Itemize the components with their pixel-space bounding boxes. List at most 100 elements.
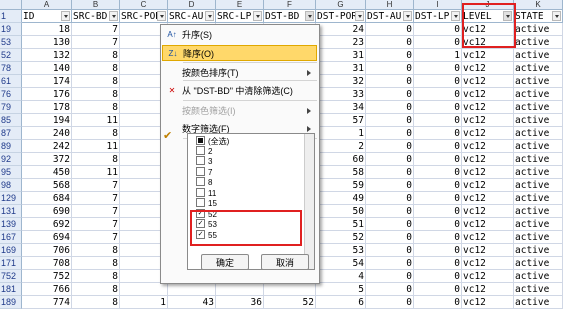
filter-active-icon[interactable] xyxy=(503,11,512,21)
filter-dropdown-icon[interactable] xyxy=(253,11,262,21)
table-cell[interactable]: 8 xyxy=(72,101,120,114)
table-cell[interactable]: 0 xyxy=(414,36,462,49)
checkbox[interactable] xyxy=(196,187,205,197)
filter-dropdown-icon[interactable] xyxy=(403,11,412,21)
table-cell[interactable]: 51 xyxy=(316,218,366,231)
table-cell[interactable]: 752 xyxy=(22,270,72,283)
row-number[interactable]: 85 xyxy=(0,114,22,127)
menu-item[interactable]: Z↓ 降序(O) xyxy=(162,45,317,61)
column-letter-e[interactable]: E xyxy=(216,0,264,10)
table-cell[interactable]: 7 xyxy=(72,205,120,218)
table-cell[interactable]: 18 xyxy=(22,23,72,36)
table-cell[interactable]: vc12 xyxy=(462,244,514,257)
table-cell[interactable]: vc12 xyxy=(462,127,514,140)
table-cell[interactable]: 33 xyxy=(316,88,366,101)
table-cell[interactable]: active xyxy=(514,127,563,140)
table-cell[interactable]: 0 xyxy=(366,166,414,179)
filter-dropdown-icon[interactable] xyxy=(552,11,561,21)
table-cell[interactable]: 0 xyxy=(366,49,414,62)
table-cell[interactable] xyxy=(216,283,264,296)
table-cell[interactable]: 0 xyxy=(414,127,462,140)
filter-dropdown-icon[interactable] xyxy=(157,11,166,21)
table-cell[interactable]: 8 xyxy=(72,257,120,270)
table-cell[interactable]: active xyxy=(514,36,563,49)
table-cell[interactable]: 54 xyxy=(316,257,366,270)
row-number[interactable]: 19 xyxy=(0,23,22,36)
table-cell[interactable]: 0 xyxy=(366,283,414,296)
checkbox[interactable] xyxy=(196,177,205,187)
checkbox[interactable] xyxy=(196,166,205,176)
table-cell[interactable]: 32 xyxy=(316,75,366,88)
table-cell[interactable]: 0 xyxy=(414,88,462,101)
column-letter-c[interactable]: C xyxy=(120,0,168,10)
table-cell[interactable]: 0 xyxy=(366,23,414,36)
table-cell[interactable]: 0 xyxy=(414,140,462,153)
row-number[interactable]: 98 xyxy=(0,179,22,192)
table-cell[interactable]: 1 xyxy=(316,127,366,140)
table-cell[interactable]: 6 xyxy=(316,296,366,309)
row-number[interactable]: 131 xyxy=(0,205,22,218)
table-cell[interactable]: 774 xyxy=(22,296,72,309)
row-number[interactable]: 61 xyxy=(0,75,22,88)
table-cell[interactable]: active xyxy=(514,283,563,296)
table-cell[interactable]: 8 xyxy=(72,127,120,140)
table-cell[interactable]: 0 xyxy=(414,205,462,218)
table-cell[interactable]: 766 xyxy=(22,283,72,296)
table-cell[interactable]: 0 xyxy=(414,218,462,231)
table-cell[interactable]: 49 xyxy=(316,192,366,205)
cancel-button[interactable]: 取消 xyxy=(261,254,309,270)
table-cell[interactable]: active xyxy=(514,270,563,283)
table-cell[interactable]: active xyxy=(514,114,563,127)
table-cell[interactable]: 568 xyxy=(22,179,72,192)
table-cell[interactable]: 0 xyxy=(366,244,414,257)
row-number[interactable]: 53 xyxy=(0,36,22,49)
table-cell[interactable]: 0 xyxy=(366,114,414,127)
table-cell[interactable]: active xyxy=(514,244,563,257)
table-cell[interactable]: 0 xyxy=(366,36,414,49)
row-number[interactable]: 52 xyxy=(0,49,22,62)
table-cell[interactable]: 11 xyxy=(72,166,120,179)
header-cell-src-lp[interactable]: SRC-LP xyxy=(216,10,264,23)
column-letter-i[interactable]: I xyxy=(414,0,462,10)
table-cell[interactable]: vc12 xyxy=(462,23,514,36)
table-cell[interactable]: 36 xyxy=(216,296,264,309)
table-cell[interactable]: active xyxy=(514,179,563,192)
table-cell[interactable]: active xyxy=(514,62,563,75)
table-cell[interactable]: 4 xyxy=(316,270,366,283)
table-cell[interactable]: vc12 xyxy=(462,192,514,205)
header-cell-id[interactable]: ID xyxy=(22,10,72,23)
table-cell[interactable]: 5 xyxy=(316,283,366,296)
header-cell-dst-au[interactable]: DST-AU xyxy=(366,10,414,23)
row-number[interactable]: 189 xyxy=(0,296,22,309)
table-cell[interactable]: 34 xyxy=(316,101,366,114)
table-cell[interactable]: 7 xyxy=(72,231,120,244)
table-cell[interactable] xyxy=(264,283,316,296)
table-cell[interactable]: 7 xyxy=(72,218,120,231)
table-cell[interactable]: 0 xyxy=(366,101,414,114)
menu-item[interactable]: ✕ 从 "DST-BD" 中清除筛选(C) xyxy=(162,83,317,99)
checkbox[interactable]: ✓ xyxy=(196,219,205,229)
header-cell-dst-bd[interactable]: DST-BD xyxy=(264,10,316,23)
filter-value-list[interactable]: (全选) 2 3 7 8 11 15 ✓ 52 ✓ 53 ✓ 55 xyxy=(187,133,315,270)
table-cell[interactable]: vc12 xyxy=(462,114,514,127)
table-cell[interactable]: 0 xyxy=(366,231,414,244)
filter-list-item[interactable]: ✓ 52 xyxy=(196,208,217,220)
table-cell[interactable]: active xyxy=(514,88,563,101)
table-cell[interactable]: 0 xyxy=(366,75,414,88)
table-cell[interactable]: 0 xyxy=(366,88,414,101)
filter-list-item[interactable]: 8 xyxy=(196,177,212,188)
row-number[interactable]: 171 xyxy=(0,257,22,270)
table-cell[interactable]: active xyxy=(514,75,563,88)
table-cell[interactable]: 31 xyxy=(316,49,366,62)
table-cell[interactable]: 0 xyxy=(366,205,414,218)
table-cell[interactable]: 176 xyxy=(22,88,72,101)
table-cell[interactable]: 7 xyxy=(72,192,120,205)
table-cell[interactable]: 11 xyxy=(72,140,120,153)
table-cell[interactable]: 52 xyxy=(264,296,316,309)
table-cell[interactable]: 694 xyxy=(22,231,72,244)
ok-button[interactable]: 确定 xyxy=(201,254,249,270)
table-cell[interactable]: 1 xyxy=(120,296,168,309)
table-cell[interactable]: 0 xyxy=(366,218,414,231)
table-cell[interactable]: 11 xyxy=(72,114,120,127)
table-cell[interactable]: 0 xyxy=(414,166,462,179)
